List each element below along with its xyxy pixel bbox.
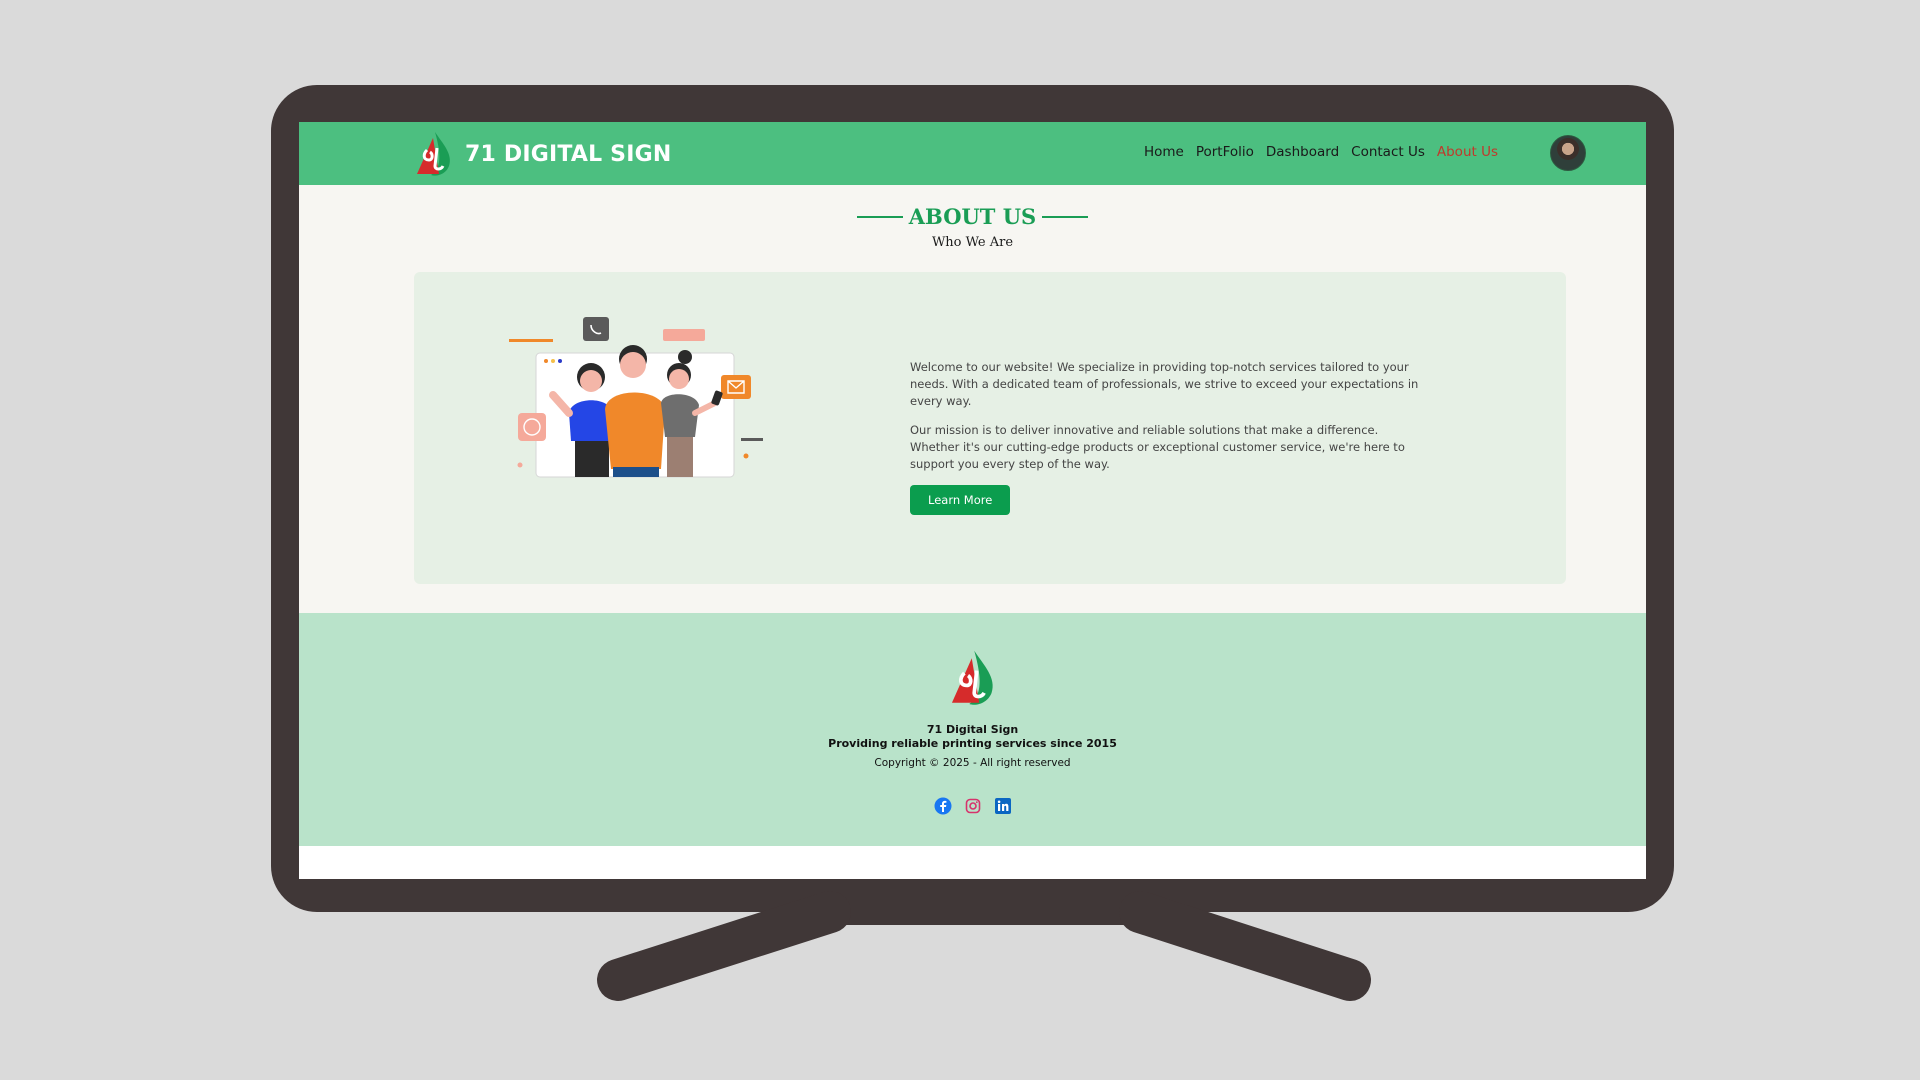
section-title: ABOUT US xyxy=(299,204,1646,229)
bottom-strip xyxy=(299,846,1646,879)
user-avatar[interactable] xyxy=(1550,135,1586,171)
nav-contact-us[interactable]: Contact Us xyxy=(1351,144,1425,160)
title-line-left xyxy=(856,215,903,218)
instagram-icon[interactable] xyxy=(964,797,982,815)
about-paragraph-1: Welcome to our website! We specialize in… xyxy=(910,360,1419,408)
brand-name: 71 DIGITAL SIGN xyxy=(465,141,672,167)
about-section: ABOUT US Who We Are Welcome to our websi… xyxy=(299,185,1646,613)
team-illustration xyxy=(509,317,763,478)
main-nav: Home PortFolio Dashboard Contact Us Abou… xyxy=(1144,144,1498,160)
about-text: Welcome to our website! We specialize in… xyxy=(910,359,1430,515)
nav-about-us[interactable]: About Us xyxy=(1437,144,1498,160)
footer-tagline: Providing reliable printing services sin… xyxy=(828,737,1117,750)
footer-logo-icon xyxy=(951,650,993,705)
site-header: 71 DIGITAL SIGN Home PortFolio Dashboard… xyxy=(299,122,1646,185)
about-paragraph-2: Our mission is to deliver innovative and… xyxy=(910,423,1405,471)
website-screen: 71 DIGITAL SIGN Home PortFolio Dashboard… xyxy=(299,122,1646,879)
site-footer: 71 Digital Sign Providing reliable print… xyxy=(299,613,1646,846)
page-title: ABOUT US xyxy=(908,204,1037,229)
brand[interactable]: 71 DIGITAL SIGN xyxy=(413,130,671,178)
learn-more-button[interactable]: Learn More xyxy=(910,485,1011,515)
facebook-icon[interactable] xyxy=(934,797,952,815)
nav-home[interactable]: Home xyxy=(1144,144,1184,160)
title-line-right xyxy=(1042,215,1089,218)
footer-copyright: Copyright © 2025 - All right reserved xyxy=(874,757,1071,769)
section-subtitle: Who We Are xyxy=(931,235,1014,250)
about-card: Welcome to our website! We specialize in… xyxy=(414,272,1566,584)
linkedin-icon[interactable] xyxy=(994,797,1012,815)
nav-portfolio[interactable]: PortFolio xyxy=(1196,144,1254,160)
nav-dashboard[interactable]: Dashboard xyxy=(1266,144,1339,160)
social-links xyxy=(299,797,1646,815)
brand-logo-icon xyxy=(417,132,450,176)
footer-company-name: 71 Digital Sign xyxy=(926,723,1019,736)
